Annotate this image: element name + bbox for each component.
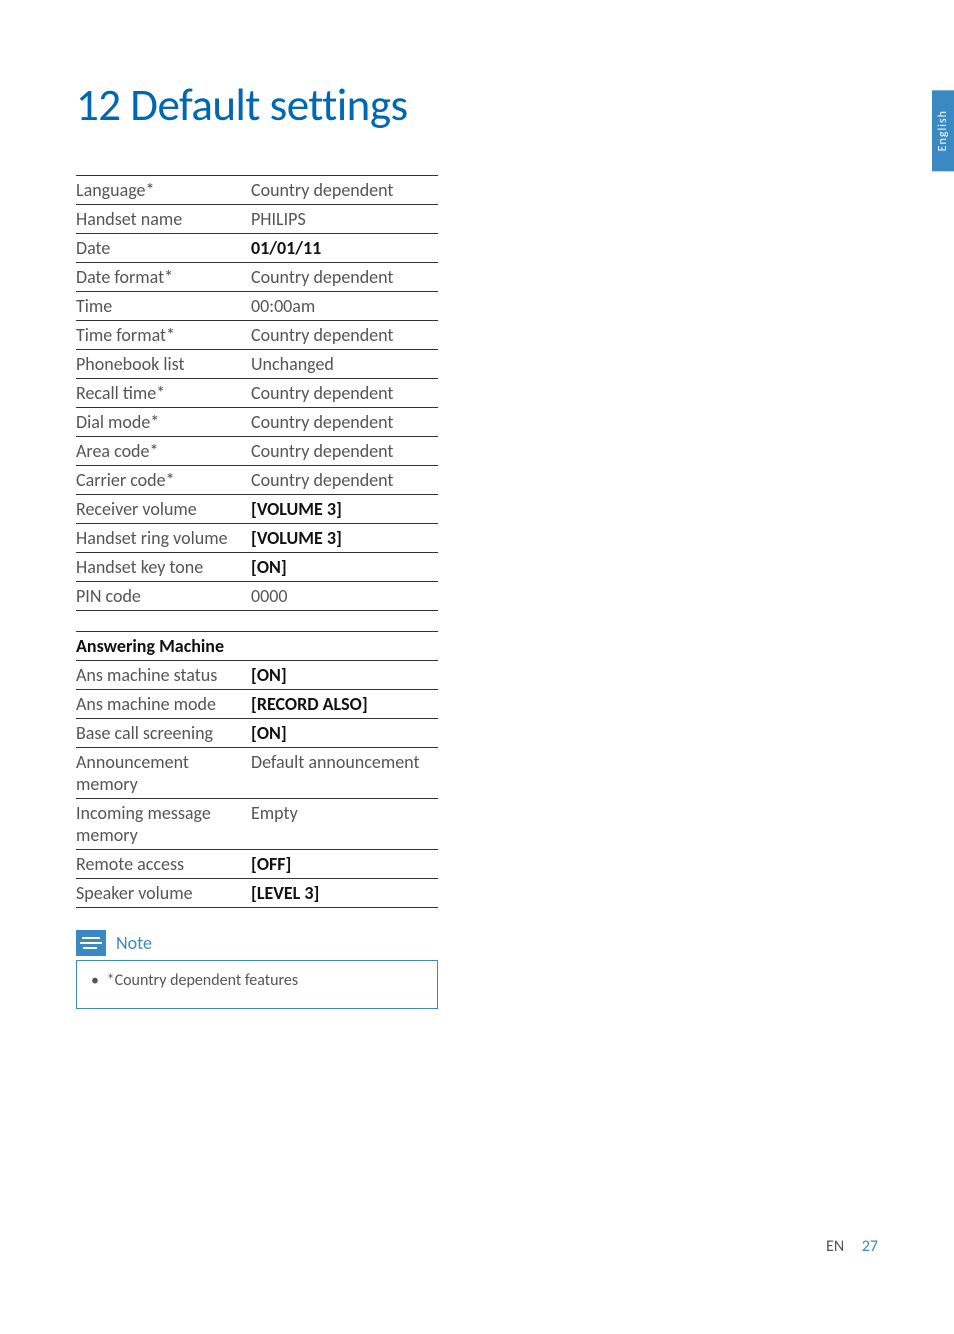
setting-label: Date (76, 234, 251, 263)
note-body: *Country dependent features (76, 961, 438, 1009)
setting-label: Phonebook list (76, 350, 251, 379)
table-row: Dial mode*Country dependent (76, 408, 438, 437)
table-row: Time00:00am (76, 292, 438, 321)
setting-value: Country dependent (251, 176, 438, 205)
table-row: PIN code0000 (76, 582, 438, 611)
page-content: 12 Default settings Language*Country dep… (0, 0, 954, 1009)
table-row: Ans machine status[ON] (76, 661, 438, 690)
setting-label: Date format* (76, 263, 251, 292)
setting-label: Area code* (76, 437, 251, 466)
setting-label: Carrier code* (76, 466, 251, 495)
setting-label: Remote access (76, 850, 251, 879)
setting-label: Ans machine status (76, 661, 251, 690)
note-label: Note (116, 932, 152, 954)
setting-value: 0000 (251, 582, 438, 611)
setting-label: Recall time* (76, 379, 251, 408)
setting-value: [ON] (251, 553, 438, 582)
setting-label: Handset key tone (76, 553, 251, 582)
table-row: Incoming message memoryEmpty (76, 799, 438, 850)
footer-lang: EN (826, 1237, 844, 1256)
setting-label: Base call screening (76, 719, 251, 748)
table-row: Date format*Country dependent (76, 263, 438, 292)
setting-value: 00:00am (251, 292, 438, 321)
table-row: Handset key tone[ON] (76, 553, 438, 582)
setting-label: Receiver volume (76, 495, 251, 524)
setting-value: [RECORD ALSO] (251, 690, 438, 719)
setting-value: [LEVEL 3] (251, 879, 438, 908)
table-row: Ans machine mode[RECORD ALSO] (76, 690, 438, 719)
setting-label: Language* (76, 176, 251, 205)
table-row: Base call screening[ON] (76, 719, 438, 748)
setting-value: Country dependent (251, 321, 438, 350)
setting-value: Empty (251, 799, 438, 850)
table-row: Language*Country dependent (76, 176, 438, 205)
setting-value: PHILIPS (251, 205, 438, 234)
setting-value: Country dependent (251, 408, 438, 437)
section-header-row: Answering Machine (76, 632, 438, 661)
note-text: *Country dependent features (91, 971, 423, 990)
section-header: Answering Machine (76, 632, 438, 661)
table-row: Remote access[OFF] (76, 850, 438, 879)
table-row: Area code*Country dependent (76, 437, 438, 466)
table-row: Time format*Country dependent (76, 321, 438, 350)
setting-value: [VOLUME 3] (251, 495, 438, 524)
setting-label: PIN code (76, 582, 251, 611)
table-row: Speaker volume[LEVEL 3] (76, 879, 438, 908)
table-row: Carrier code*Country dependent (76, 466, 438, 495)
setting-label: Time format* (76, 321, 251, 350)
setting-label: Incoming message memory (76, 799, 251, 850)
setting-value: [ON] (251, 661, 438, 690)
setting-value: [OFF] (251, 850, 438, 879)
setting-label: Ans machine mode (76, 690, 251, 719)
setting-value: 01/01/11 (251, 234, 438, 263)
language-side-tab: English (932, 90, 954, 171)
settings-table-answering: Answering Machine Ans machine status[ON]… (76, 631, 438, 908)
setting-value: [VOLUME 3] (251, 524, 438, 553)
setting-value: Unchanged (251, 350, 438, 379)
table-row: Phonebook listUnchanged (76, 350, 438, 379)
setting-value: Country dependent (251, 263, 438, 292)
table-row: Handset namePHILIPS (76, 205, 438, 234)
setting-label: Announcement memory (76, 748, 251, 799)
table-row: Receiver volume[VOLUME 3] (76, 495, 438, 524)
setting-value: Country dependent (251, 466, 438, 495)
setting-value: Default announcement (251, 748, 438, 799)
setting-label: Time (76, 292, 251, 321)
chapter-title: 12 Default settings (76, 78, 878, 133)
setting-label: Dial mode* (76, 408, 251, 437)
table-row: Date01/01/11 (76, 234, 438, 263)
setting-label: Handset ring volume (76, 524, 251, 553)
setting-value: Country dependent (251, 379, 438, 408)
setting-value: [ON] (251, 719, 438, 748)
settings-table-main: Language*Country dependent Handset nameP… (76, 175, 438, 611)
note-header: Note (76, 930, 438, 961)
setting-label: Speaker volume (76, 879, 251, 908)
page-footer: EN 27 (826, 1237, 878, 1256)
note-icon (76, 930, 106, 956)
footer-page-number: 27 (862, 1237, 878, 1256)
table-row: Handset ring volume[VOLUME 3] (76, 524, 438, 553)
setting-label: Handset name (76, 205, 251, 234)
table-row: Recall time*Country dependent (76, 379, 438, 408)
note-box: Note *Country dependent features (76, 930, 438, 1009)
setting-value: Country dependent (251, 437, 438, 466)
table-row: Announcement memoryDefault announcement (76, 748, 438, 799)
